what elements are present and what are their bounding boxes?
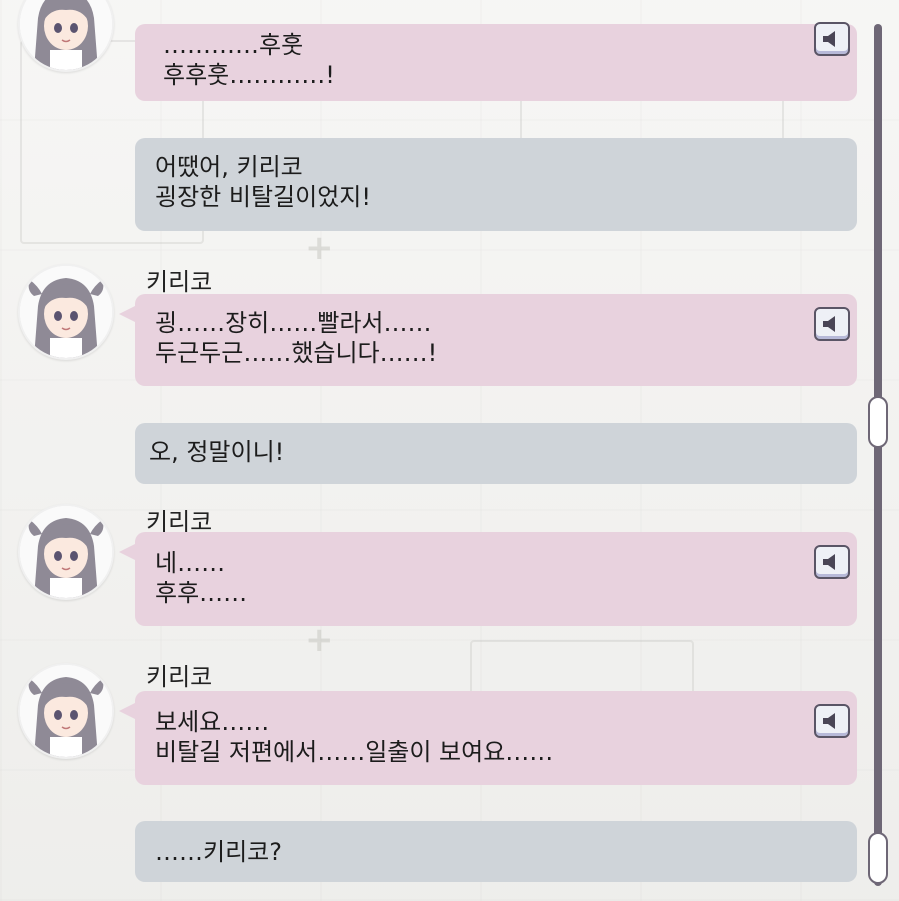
- speaker-icon: [823, 554, 835, 570]
- voice-replay-button[interactable]: [814, 545, 850, 579]
- dialogue-bubble: 오, 정말이니!: [135, 423, 857, 484]
- bubble-tail: [119, 306, 135, 322]
- dialogue-line: 후후……: [155, 579, 248, 607]
- character-avatar: [18, 264, 114, 360]
- backlog-panel[interactable]: …………후훗 후후훗…………! 어땠어, 키리코 굉장한 비탈길이었지! 키리코…: [0, 0, 899, 901]
- dialogue-line: 어땠어, 키리코: [155, 153, 303, 181]
- dialogue-line: 후후훗…………!: [163, 61, 335, 89]
- dialogue-bubble: 굉……장히……빨라서…… 두근두근……했습니다……!: [119, 294, 857, 386]
- dialogue-line: 굉장한 비탈길이었지!: [155, 183, 371, 211]
- dialogue-bubble: …………후훗 후후훗…………!: [135, 24, 857, 101]
- dialogue-line: …………후훗: [163, 31, 304, 59]
- dialogue-line: ……키리코?: [155, 838, 282, 866]
- speaker-icon: [823, 316, 835, 332]
- scrollbar-track[interactable]: [874, 24, 882, 886]
- scrollbar-thumb[interactable]: [868, 396, 888, 448]
- dialogue-line: 오, 정말이니!: [149, 438, 285, 466]
- speaker-name: 키리코: [146, 663, 213, 691]
- dialogue-line: 굉……장히……빨라서……: [155, 309, 432, 337]
- bubble-tail: [119, 544, 135, 560]
- speaker-name: 키리코: [146, 268, 213, 296]
- bubble-tail: [119, 703, 135, 719]
- dialogue-bubble: 네…… 후후……: [119, 532, 857, 626]
- voice-replay-button[interactable]: [814, 307, 850, 341]
- speaker-icon: [823, 31, 835, 47]
- dialogue-line: 비탈길 저편에서……일출이 보여요……: [155, 738, 554, 766]
- dialogue-line: 두근두근……했습니다……!: [155, 339, 438, 367]
- character-avatar: [18, 663, 114, 759]
- character-avatar: [18, 504, 114, 600]
- dialogue-line: 보세요……: [155, 708, 270, 736]
- voice-replay-button[interactable]: [814, 704, 850, 738]
- dialogue-bubble: ……키리코?: [135, 821, 857, 882]
- voice-replay-button[interactable]: [814, 22, 850, 56]
- speaker-icon: [823, 713, 835, 729]
- dialogue-bubble: 보세요…… 비탈길 저편에서……일출이 보여요……: [119, 691, 857, 785]
- dialogue-bubble: 어땠어, 키리코 굉장한 비탈길이었지!: [135, 138, 857, 231]
- scrollbar-end-cap[interactable]: [868, 832, 888, 884]
- character-avatar: [18, 0, 114, 72]
- dialogue-line: 네……: [155, 549, 226, 577]
